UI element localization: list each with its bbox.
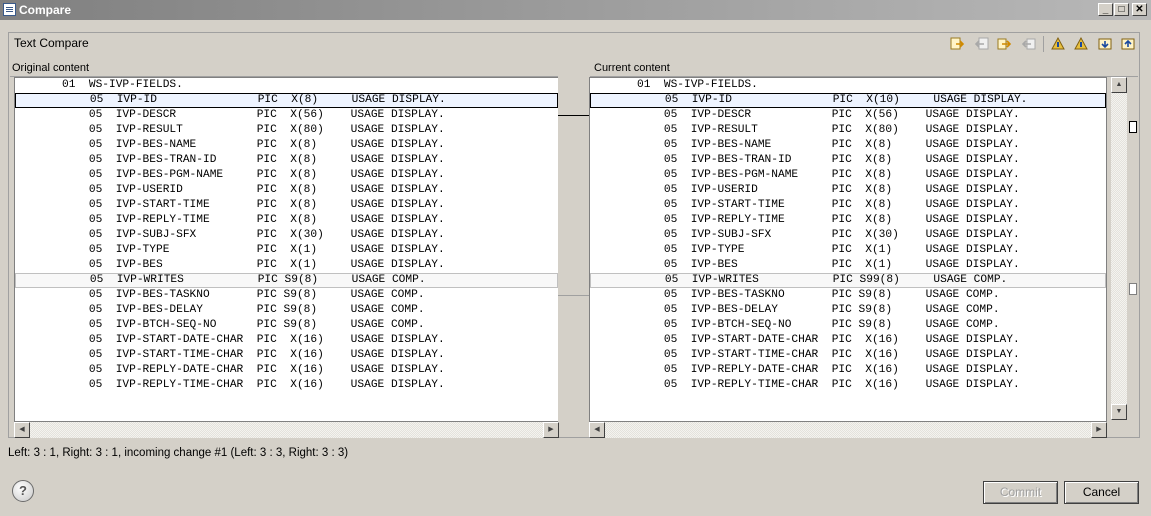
original-code-line[interactable]: 05 IVP-START-TIME-CHAR PIC X(16) USAGE D…: [15, 348, 558, 363]
current-code-line[interactable]: 05 IVP-BES-TRAN-ID PIC X(8) USAGE DISPLA…: [590, 153, 1106, 168]
current-code-line[interactable]: 05 IVP-USERID PIC X(8) USAGE DISPLAY.: [590, 183, 1106, 198]
next-change-icon[interactable]: [1097, 36, 1113, 52]
copy-current-left-to-right-icon[interactable]: [997, 36, 1013, 52]
original-code-line[interactable]: 05 IVP-BES-TASKNO PIC S9(8) USAGE COMP.: [15, 288, 558, 303]
minimize-button[interactable]: _: [1098, 3, 1113, 16]
help-button[interactable]: ?: [12, 480, 34, 502]
copy-current-right-to-left-icon[interactable]: [1020, 36, 1036, 52]
original-code-line[interactable]: 01 WS-IVP-FIELDS.: [15, 78, 558, 93]
maximize-button[interactable]: □: [1114, 3, 1129, 16]
original-content-pane[interactable]: 01 WS-IVP-FIELDS. 05 IVP-ID PIC X(8) USA…: [14, 77, 559, 422]
diff-connector-2: [558, 295, 589, 296]
current-code-line[interactable]: 05 IVP-REPLY-DATE-CHAR PIC X(16) USAGE D…: [590, 363, 1106, 378]
original-code-line[interactable]: 05 IVP-USERID PIC X(8) USAGE DISPLAY.: [15, 183, 558, 198]
left-horizontal-scrollbar[interactable]: ◀ ▶: [14, 422, 559, 438]
original-code-line[interactable]: 05 IVP-DESCR PIC X(56) USAGE DISPLAY.: [15, 108, 558, 123]
current-code-line[interactable]: 05 IVP-SUBJ-SFX PIC X(30) USAGE DISPLAY.: [590, 228, 1106, 243]
original-code-line[interactable]: 05 IVP-WRITES PIC S9(8) USAGE COMP.: [15, 273, 558, 288]
original-code-line[interactable]: 05 IVP-START-DATE-CHAR PIC X(16) USAGE D…: [15, 333, 558, 348]
current-code-line[interactable]: 05 IVP-REPLY-TIME-CHAR PIC X(16) USAGE D…: [590, 378, 1106, 393]
current-code-line[interactable]: 05 IVP-BES-PGM-NAME PIC X(8) USAGE DISPL…: [590, 168, 1106, 183]
right-scroll-right-button[interactable]: ▶: [1091, 422, 1107, 438]
original-code-line[interactable]: 05 IVP-START-TIME PIC X(8) USAGE DISPLAY…: [15, 198, 558, 213]
cancel-button[interactable]: Cancel: [1064, 481, 1139, 504]
original-code-line[interactable]: 05 IVP-SUBJ-SFX PIC X(30) USAGE DISPLAY.: [15, 228, 558, 243]
right-scroll-left-button[interactable]: ◀: [589, 422, 605, 438]
original-code-line[interactable]: 05 IVP-ID PIC X(8) USAGE DISPLAY.: [15, 93, 558, 108]
right-horizontal-scrollbar[interactable]: ◀ ▶: [589, 422, 1107, 438]
previous-change-icon[interactable]: [1120, 36, 1136, 52]
current-code-line[interactable]: 05 IVP-START-TIME PIC X(8) USAGE DISPLAY…: [590, 198, 1106, 213]
current-code-line[interactable]: 01 WS-IVP-FIELDS.: [590, 78, 1106, 93]
overview-change-marker-2[interactable]: [1129, 283, 1137, 295]
toolbar-separator: [1043, 36, 1044, 52]
original-code-line[interactable]: 05 IVP-BES-DELAY PIC S9(8) USAGE COMP.: [15, 303, 558, 318]
current-code-line[interactable]: 05 IVP-DESCR PIC X(56) USAGE DISPLAY.: [590, 108, 1106, 123]
vertical-scrollbar[interactable]: ▲ ▼: [1111, 77, 1127, 420]
copy-all-right-to-left-icon[interactable]: [973, 36, 989, 52]
left-scroll-right-button[interactable]: ▶: [543, 422, 559, 438]
current-code-line[interactable]: 05 IVP-WRITES PIC S99(8) USAGE COMP.: [590, 273, 1106, 288]
original-code-line[interactable]: 05 IVP-BES PIC X(1) USAGE DISPLAY.: [15, 258, 558, 273]
current-code-line[interactable]: 05 IVP-BES-TASKNO PIC S9(8) USAGE COMP.: [590, 288, 1106, 303]
current-code-line[interactable]: 05 IVP-TYPE PIC X(1) USAGE DISPLAY.: [590, 243, 1106, 258]
original-content-label: Original content: [12, 62, 90, 74]
copy-all-left-to-right-icon[interactable]: [950, 36, 966, 52]
current-code-line[interactable]: 05 IVP-START-TIME-CHAR PIC X(16) USAGE D…: [590, 348, 1106, 363]
original-code-line[interactable]: 05 IVP-REPLY-TIME PIC X(8) USAGE DISPLAY…: [15, 213, 558, 228]
diff-connector-1: [558, 115, 589, 116]
scroll-up-button[interactable]: ▲: [1111, 77, 1127, 93]
current-code-line[interactable]: 05 IVP-REPLY-TIME PIC X(8) USAGE DISPLAY…: [590, 213, 1106, 228]
window-title: Compare: [19, 3, 72, 17]
current-content-label: Current content: [594, 62, 670, 74]
original-code-line[interactable]: 05 IVP-REPLY-DATE-CHAR PIC X(16) USAGE D…: [15, 363, 558, 378]
diff-connector-gutter: [558, 77, 589, 436]
previous-difference-icon[interactable]: [1073, 36, 1089, 52]
panel-title: Text Compare: [14, 36, 89, 50]
close-button[interactable]: ✕: [1132, 3, 1147, 16]
current-code-lines[interactable]: 01 WS-IVP-FIELDS. 05 IVP-ID PIC X(10) US…: [590, 78, 1106, 393]
original-code-line[interactable]: 05 IVP-BES-NAME PIC X(8) USAGE DISPLAY.: [15, 138, 558, 153]
current-content-pane[interactable]: 01 WS-IVP-FIELDS. 05 IVP-ID PIC X(10) US…: [589, 77, 1107, 422]
compare-app-icon: [3, 3, 16, 16]
next-difference-icon[interactable]: [1050, 36, 1066, 52]
current-code-line[interactable]: 05 IVP-RESULT PIC X(80) USAGE DISPLAY.: [590, 123, 1106, 138]
scroll-down-button[interactable]: ▼: [1111, 404, 1127, 420]
original-code-line[interactable]: 05 IVP-RESULT PIC X(80) USAGE DISPLAY.: [15, 123, 558, 138]
current-code-line[interactable]: 05 IVP-START-DATE-CHAR PIC X(16) USAGE D…: [590, 333, 1106, 348]
original-code-line[interactable]: 05 IVP-BTCH-SEQ-NO PIC S9(8) USAGE COMP.: [15, 318, 558, 333]
original-code-line[interactable]: 05 IVP-REPLY-TIME-CHAR PIC X(16) USAGE D…: [15, 378, 558, 393]
left-scroll-left-button[interactable]: ◀: [14, 422, 30, 438]
current-code-line[interactable]: 05 IVP-BES-DELAY PIC S9(8) USAGE COMP.: [590, 303, 1106, 318]
original-code-line[interactable]: 05 IVP-BES-TRAN-ID PIC X(8) USAGE DISPLA…: [15, 153, 558, 168]
window-titlebar[interactable]: Compare _ □ ✕: [0, 0, 1151, 20]
original-code-line[interactable]: 05 IVP-TYPE PIC X(1) USAGE DISPLAY.: [15, 243, 558, 258]
commit-button[interactable]: Commit: [983, 481, 1058, 504]
current-code-line[interactable]: 05 IVP-BES-NAME PIC X(8) USAGE DISPLAY.: [590, 138, 1106, 153]
status-text: Left: 3 : 1, Right: 3 : 1, incoming chan…: [8, 447, 349, 459]
overview-change-marker-1[interactable]: [1129, 121, 1137, 133]
current-code-line[interactable]: 05 IVP-ID PIC X(10) USAGE DISPLAY.: [590, 93, 1106, 108]
original-code-line[interactable]: 05 IVP-BES-PGM-NAME PIC X(8) USAGE DISPL…: [15, 168, 558, 183]
current-code-line[interactable]: 05 IVP-BTCH-SEQ-NO PIC S9(8) USAGE COMP.: [590, 318, 1106, 333]
original-code-lines[interactable]: 01 WS-IVP-FIELDS. 05 IVP-ID PIC X(8) USA…: [15, 78, 558, 393]
current-code-line[interactable]: 05 IVP-BES PIC X(1) USAGE DISPLAY.: [590, 258, 1106, 273]
